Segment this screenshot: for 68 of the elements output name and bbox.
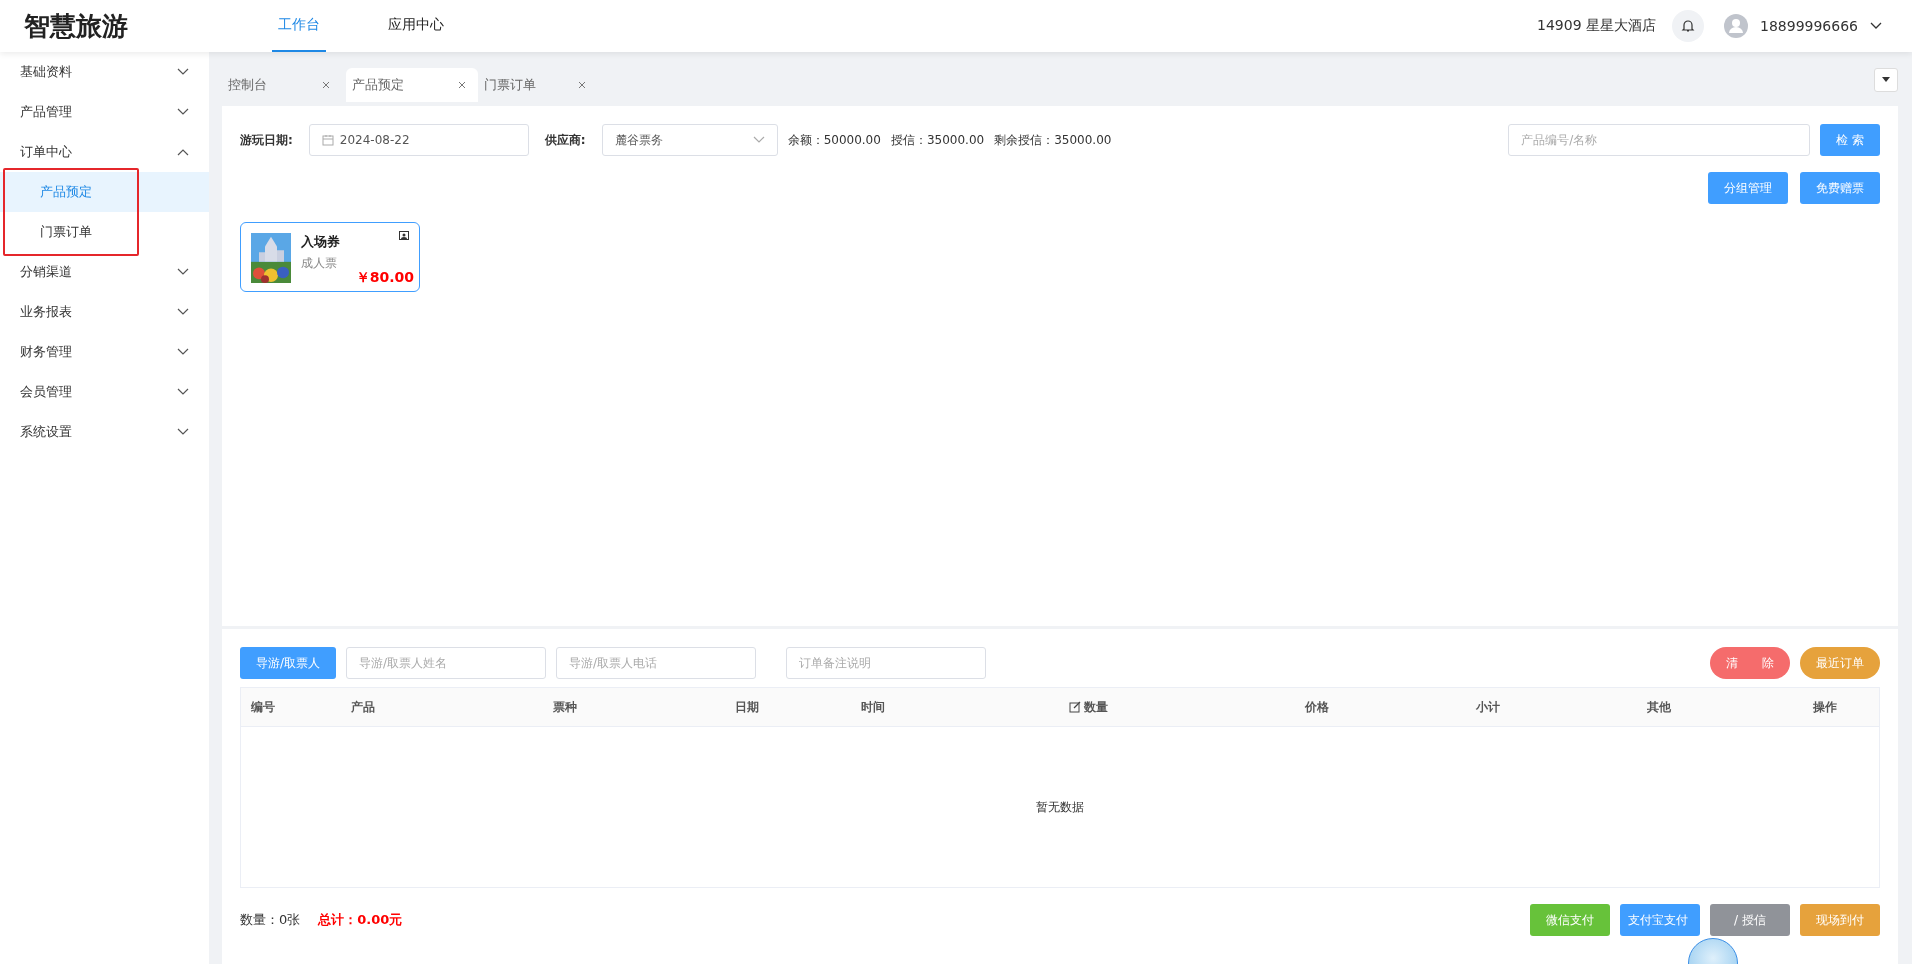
column-header: 操作 [1812, 698, 1838, 716]
close-icon[interactable] [578, 81, 586, 89]
supplier-select[interactable]: 麓谷票务 [601, 124, 778, 156]
menu-label: 业务报表 [20, 303, 72, 321]
page-tab[interactable]: 控制台 [222, 68, 342, 102]
sidebar-item[interactable]: 基础资料 [0, 52, 209, 92]
date-label: 游玩日期: [240, 131, 293, 149]
balance-text: 余额：50000.00 [787, 131, 881, 149]
menu-label: 产品管理 [20, 103, 72, 121]
supplier-label: 供应商: [544, 131, 586, 149]
total-text: 总计：0.00元 [318, 911, 403, 929]
column-header: 编号 [250, 698, 276, 716]
column-header: 数量 [1049, 688, 1295, 726]
menu-label: 财务管理 [20, 343, 72, 361]
image-icon [399, 231, 409, 240]
tab-menu-button[interactable] [1874, 68, 1898, 92]
chevron-down-icon [752, 136, 765, 144]
column-header: 票种 [552, 698, 578, 716]
menu-label: 基础资料 [20, 63, 72, 81]
note-field[interactable]: 订单备注说明 [786, 647, 987, 679]
user-name[interactable]: 18899996666 [1760, 18, 1858, 34]
store-name: 14909 星星大酒店 [1537, 17, 1656, 35]
product-price: ￥80.00 [355, 269, 414, 287]
credit-text: 授信：35000.00 [890, 131, 985, 149]
sidebar-item[interactable]: 订单中心 [0, 132, 209, 172]
product-name: 入场券 [301, 233, 340, 251]
sidebar-item[interactable]: 分销渠道 [0, 252, 209, 292]
sidebar-subitem[interactable]: 门票订单 [0, 212, 209, 252]
column-header: 日期 [734, 698, 760, 716]
empty-text: 暂无数据 [1036, 798, 1084, 816]
ticket-type: 成人票 [301, 255, 338, 272]
sidebar-subitem[interactable]: 产品预定 [0, 172, 209, 212]
search-field[interactable]: 产品编号/名称 [1508, 124, 1811, 156]
product-card[interactable]: 入场券 成人票 ￥80.00 [240, 222, 420, 292]
tab-label: 门票订单 [484, 76, 536, 94]
quantity-text: 数量：0张 [240, 911, 301, 929]
column-header: 小计 [1475, 698, 1501, 716]
sidebar-item[interactable]: 系统设置 [0, 412, 209, 452]
tab-label: 控制台 [228, 76, 267, 94]
calendar-icon [321, 134, 334, 146]
page-tab[interactable]: 产品预定 [346, 68, 478, 102]
app-logo: 智慧旅游 [24, 9, 129, 43]
column-header: 时间 [860, 698, 886, 716]
column-header: 其他 [1646, 698, 1672, 716]
close-icon[interactable] [458, 81, 466, 89]
chevron-down-icon[interactable] [1870, 22, 1882, 30]
page-tab[interactable]: 门票订单 [478, 68, 598, 102]
menu-label: 分销渠道 [20, 263, 72, 281]
column-header: 产品 [350, 698, 376, 716]
column-header: 价格 [1304, 698, 1330, 716]
menu-label: 系统设置 [20, 423, 72, 441]
sidebar-item[interactable]: 财务管理 [0, 332, 209, 372]
date-field[interactable]: 2024-08-22 [308, 124, 529, 156]
close-icon[interactable] [322, 81, 330, 89]
tab-label: 产品预定 [352, 76, 404, 94]
nav-tab[interactable]: 应用中心 [382, 0, 450, 52]
name-field[interactable]: 导游/取票人姓名 [346, 647, 547, 679]
menu-label: 订单中心 [20, 143, 72, 161]
menu-label: 会员管理 [20, 383, 72, 401]
remaining-credit-text: 剩余授信：35000.00 [994, 131, 1112, 149]
sidebar-item[interactable]: 会员管理 [0, 372, 209, 412]
sidebar-item[interactable]: 产品管理 [0, 92, 209, 132]
nav-tab[interactable]: 工作台 [272, 0, 326, 52]
edit-icon [1069, 701, 1081, 713]
caret-down-icon [1881, 77, 1891, 83]
bell-icon[interactable] [1672, 10, 1704, 42]
sidebar-item[interactable]: 业务报表 [0, 292, 209, 332]
phone-field[interactable]: 导游/取票人电话 [556, 647, 757, 679]
